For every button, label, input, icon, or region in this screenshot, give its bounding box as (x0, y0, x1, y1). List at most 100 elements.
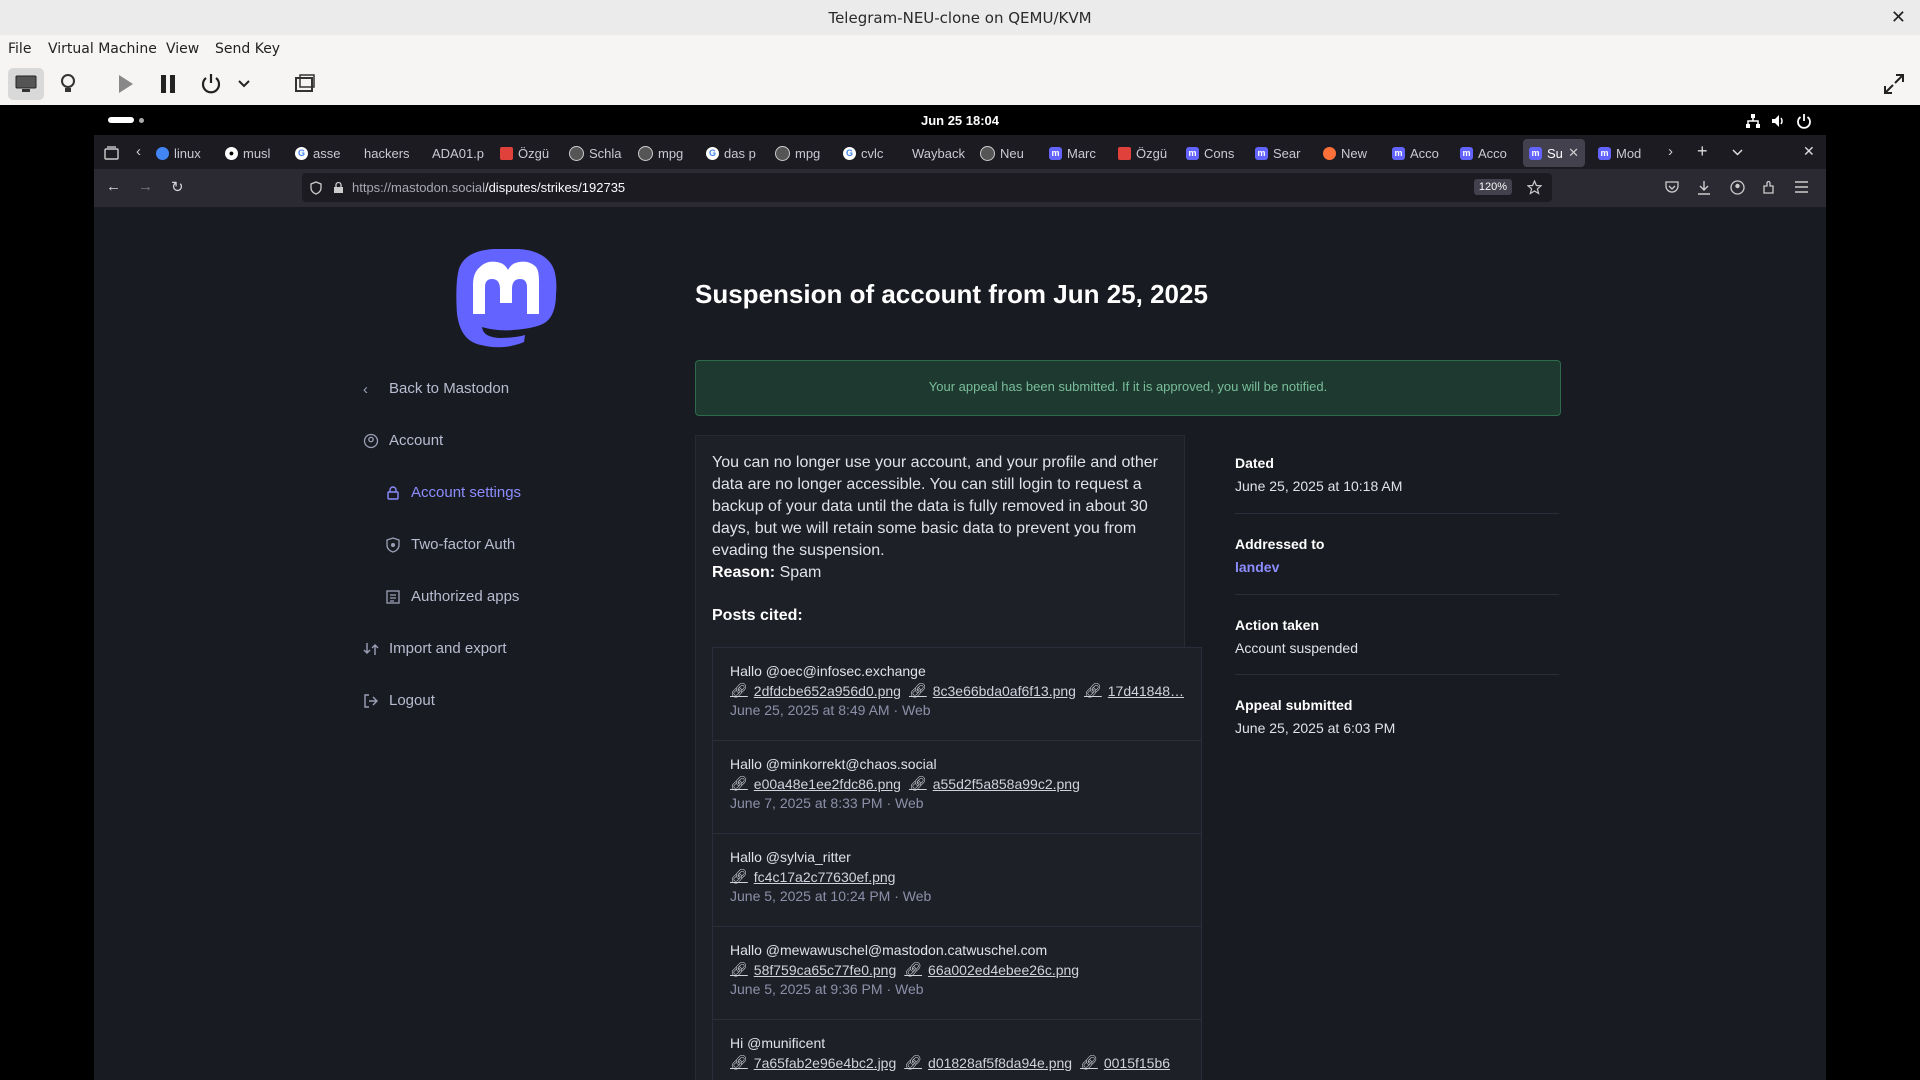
vm-toolbar (0, 63, 1920, 106)
tab[interactable]: hackers (364, 139, 419, 167)
power-menu-button[interactable] (234, 68, 254, 100)
tab[interactable]: Gcvlc (843, 139, 898, 167)
tab[interactable]: m Cons (1186, 139, 1241, 167)
tab[interactable]: Özgü (1118, 139, 1173, 167)
attachment-link[interactable]: 🔗︎ d01828af5f8da94e.png (904, 1054, 1072, 1071)
attachment-link[interactable]: 🔗︎ 7a65fab2e96e4bc2.jpg (730, 1054, 896, 1071)
tab[interactable]: Gdas p (706, 139, 761, 167)
tab[interactable]: mpg (775, 139, 830, 167)
tab[interactable]: ● musl (225, 139, 280, 167)
snapshots-button[interactable] (289, 68, 321, 100)
menu-file[interactable]: File (8, 41, 31, 57)
tab[interactable]: ADA01.p (432, 139, 487, 167)
close-tab-icon[interactable]: ✕ (1568, 145, 1579, 161)
tab[interactable]: Neu (980, 139, 1035, 167)
sidebar-item-import-export[interactable]: Import and export (363, 640, 507, 657)
attachment-name: 2dfdcbe652a956d0.png (753, 682, 901, 699)
tab[interactable]: m Acco (1392, 139, 1447, 167)
globe-icon (775, 145, 790, 161)
close-window-icon[interactable]: ✕ (1803, 143, 1815, 160)
cited-post[interactable]: Hi @munificent 🔗︎ 7a65fab2e96e4bc2.jpg 🔗︎… (712, 1019, 1202, 1080)
pause-button[interactable] (152, 68, 184, 100)
tab[interactable]: m Mod (1598, 139, 1653, 167)
back-to-mastodon-link[interactable]: ‹ Back to Mastodon (363, 380, 509, 398)
zoom-indicator[interactable]: 120% (1473, 179, 1512, 195)
tab[interactable]: m Marc (1049, 139, 1104, 167)
link-icon: 🔗︎ (908, 682, 927, 698)
attachment-link[interactable]: 🔗︎ e00a48e1ee2fdc86.png (730, 775, 901, 792)
tab[interactable]: Schla (569, 139, 624, 167)
post-meta[interactable]: June 25, 2025 at 8:49 AM · Web (730, 702, 931, 718)
attachment-link[interactable]: 🔗︎ 2dfdcbe652a956d0.png (730, 682, 901, 699)
shield-icon (500, 146, 513, 160)
meta-value: June 25, 2025 at 10:18 AM (1235, 478, 1403, 494)
run-button[interactable] (109, 68, 141, 100)
new-tab-icon[interactable]: + (1697, 141, 1708, 162)
attachment-link[interactable]: 🔗︎ 66a002ed4ebee26c.png (904, 961, 1079, 978)
cited-post[interactable]: Hallo @minkorrekt@chaos.social 🔗︎ e00a48e… (712, 740, 1202, 835)
url-bar[interactable]: https://mastodon.social/disputes/strikes… (302, 173, 1552, 202)
google-icon: G (706, 146, 719, 160)
extensions-icon[interactable] (1762, 180, 1777, 195)
menu-view[interactable]: View (166, 41, 199, 57)
tab-label: Cons (1204, 145, 1235, 161)
tab[interactable]: Wayback (912, 139, 967, 167)
menu-send-key[interactable]: Send Key (215, 41, 280, 57)
post-meta[interactable]: June 5, 2025 at 9:36 PM · Web (730, 981, 924, 997)
details-button[interactable] (52, 68, 84, 100)
addressed-to-link[interactable]: landev (1235, 559, 1559, 575)
menu-virtual-machine[interactable]: Virtual Machine (48, 41, 157, 57)
sidebar-item-account[interactable]: Account (363, 432, 443, 449)
close-icon[interactable]: ✕ (1891, 7, 1906, 28)
attachment-link[interactable]: 🔗︎ a55d2f5a858a99c2.png (909, 775, 1080, 792)
google-icon: G (843, 146, 856, 160)
shield-icon[interactable] (310, 181, 322, 195)
post-meta[interactable]: June 7, 2025 at 8:33 PM · Web (730, 795, 924, 811)
sidebar-item-two-factor[interactable]: Two-factor Auth (385, 536, 515, 553)
tab[interactable]: m Acco (1460, 139, 1515, 167)
hamburger-menu-icon[interactable] (1795, 181, 1808, 193)
mastodon-logo[interactable] (455, 249, 557, 359)
tabs-scroll-left-icon[interactable]: ‹ (136, 143, 141, 160)
attachment-link[interactable]: 🔗︎ fc4c17a2c77630ef.png (730, 868, 895, 885)
attachment-link[interactable]: 🔗︎ 17d41848… (1084, 682, 1184, 699)
tab[interactable]: mpg (638, 139, 693, 167)
back-icon[interactable]: ← (106, 178, 121, 195)
cited-post[interactable]: Hallo @sylvia_ritter 🔗︎ fc4c17a2c77630ef.… (712, 833, 1202, 928)
sidebar-item-account-settings[interactable]: Account settings (385, 484, 521, 501)
lock-icon[interactable] (333, 181, 344, 194)
post-meta[interactable]: June 5, 2025 at 10:24 PM · Web (730, 888, 931, 904)
download-icon[interactable] (1697, 180, 1711, 195)
fullscreen-button[interactable] (1878, 68, 1910, 100)
url-text[interactable]: https://mastodon.social/disputes/strikes… (352, 180, 625, 195)
sidebar-item-authorized-apps[interactable]: Authorized apps (385, 588, 519, 605)
tab[interactable]: Özgü (500, 139, 555, 167)
reload-icon[interactable]: ↻ (171, 178, 184, 196)
volume-icon[interactable] (1770, 113, 1786, 129)
cited-post[interactable]: Hallo @oec@infosec.exchange 🔗︎ 2dfdcbe652… (712, 647, 1202, 742)
attachment-link[interactable]: 🔗︎ 0015f15b6 (1080, 1054, 1170, 1071)
attachment-link[interactable]: 🔗︎ 8c3e66bda0af6f13.png (909, 682, 1076, 699)
console-view-button[interactable] (8, 68, 44, 100)
tab-overview-icon[interactable] (104, 146, 119, 160)
forward-icon[interactable]: → (138, 178, 153, 195)
tab-label: Mod (1616, 145, 1642, 161)
list-tabs-icon[interactable] (1732, 149, 1743, 156)
clock[interactable]: Jun 25 18:04 (94, 113, 1826, 128)
power-icon[interactable] (1796, 113, 1812, 129)
network-icon[interactable] (1745, 113, 1761, 129)
list-icon (386, 589, 400, 604)
bookmark-star-icon[interactable] (1527, 180, 1542, 195)
tab[interactable]: m Sear (1255, 139, 1310, 167)
tab[interactable]: Gasse (295, 139, 350, 167)
tab[interactable]: linux (156, 139, 211, 167)
attachment-link[interactable]: 🔗︎ 58f759ca65c77fe0.png (730, 961, 896, 978)
sidebar-item-logout[interactable]: Logout (363, 692, 435, 709)
tab[interactable]: New (1323, 139, 1378, 167)
power-button[interactable] (195, 68, 227, 100)
tab-active[interactable]: m Su ✕ (1523, 139, 1585, 167)
pocket-icon[interactable] (1665, 181, 1679, 194)
account-icon[interactable] (1730, 180, 1745, 195)
cited-post[interactable]: Hallo @mewawuschel@mastodon.catwuschel.c… (712, 926, 1202, 1021)
tabs-scroll-right-icon[interactable]: › (1668, 143, 1673, 160)
